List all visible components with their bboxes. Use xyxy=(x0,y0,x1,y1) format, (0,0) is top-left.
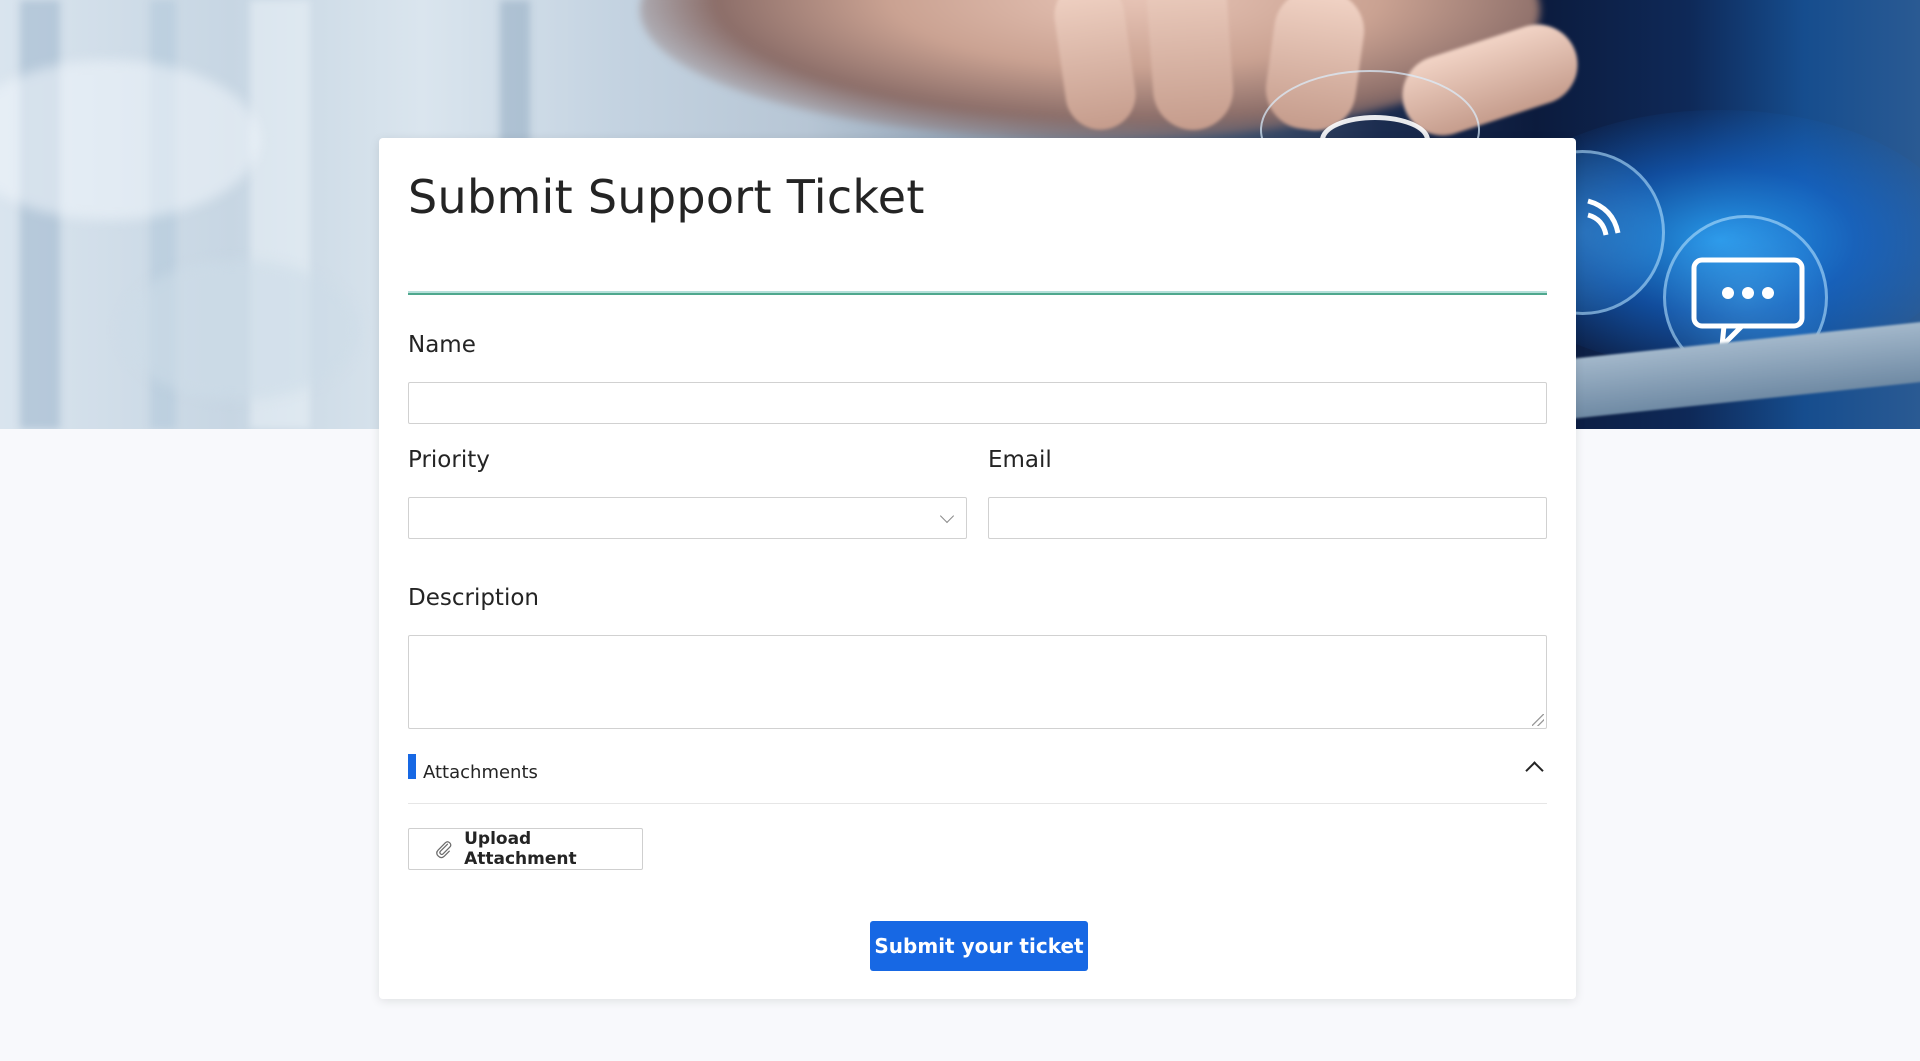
description-textarea[interactable] xyxy=(408,635,1547,729)
resize-handle[interactable] xyxy=(1532,714,1544,726)
page-title: Submit Support Ticket xyxy=(408,170,925,224)
priority-select[interactable] xyxy=(408,497,967,539)
priority-label: Priority xyxy=(408,447,490,473)
upload-attachment-label: Upload Attachment xyxy=(464,829,577,869)
email-label: Email xyxy=(988,447,1052,473)
section-accent-bar xyxy=(408,754,416,779)
attachments-label: Attachments xyxy=(423,762,538,783)
submit-ticket-button[interactable]: Submit your ticket xyxy=(870,921,1088,971)
attachments-section-header[interactable]: Attachments xyxy=(408,754,1547,804)
name-input[interactable] xyxy=(408,382,1547,424)
name-label: Name xyxy=(408,332,476,358)
paperclip-icon xyxy=(436,841,452,859)
title-divider xyxy=(408,291,1547,295)
upload-attachment-button[interactable]: Upload Attachment xyxy=(408,828,643,870)
email-input[interactable] xyxy=(988,497,1547,539)
chevron-up-icon[interactable] xyxy=(1525,761,1544,780)
ticket-form-card: Submit Support Ticket Name Priority Emai… xyxy=(379,138,1576,999)
description-label: Description xyxy=(408,585,539,611)
chevron-down-icon xyxy=(939,508,955,524)
